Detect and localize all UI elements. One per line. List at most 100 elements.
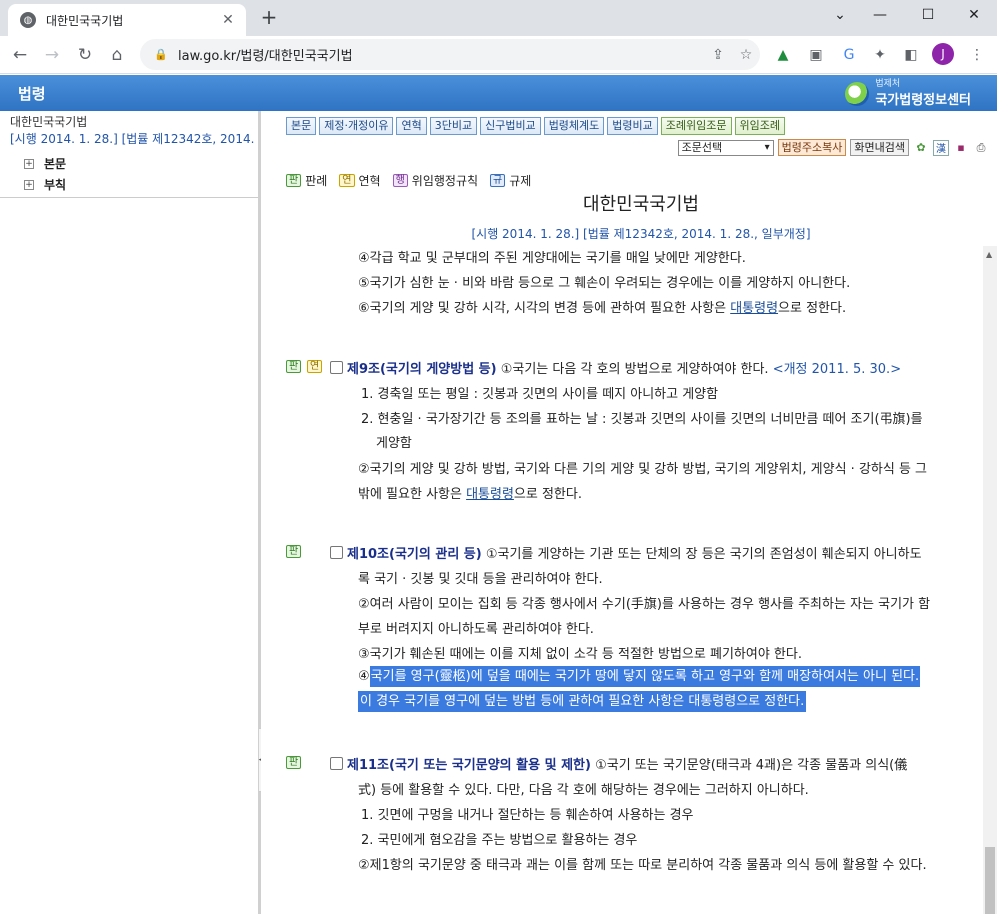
scroll-thumb[interactable]: [985, 847, 995, 914]
hanja-icon[interactable]: 漢: [933, 139, 949, 156]
paragraph: ②여러 사람이 모이는 집회 등 각종 행사에서 수기(手旗)를 사용하는 경우…: [358, 597, 931, 612]
btn-compare[interactable]: 법령비교: [607, 117, 658, 135]
scroll-up-icon[interactable]: ▲: [986, 250, 992, 259]
precedent-badge-icon: 판: [286, 174, 302, 187]
legend-label: 규제: [509, 174, 532, 188]
expand-icon[interactable]: +: [24, 179, 34, 190]
item: 게양함: [376, 436, 412, 451]
content-area: 본문 제정·개정이유 연혁 3단비교 신구법비교 법령체계도 법령비교 조례위임…: [261, 111, 997, 914]
precedent-badge-icon[interactable]: 판: [286, 756, 302, 769]
btn-oldnew[interactable]: 신구법비교: [480, 117, 541, 135]
browser-toolbar: ← → ↻ ⌂ 🔒 law.go.kr/법령/대한민국국기법 ⇪ ☆ ▲ ▣ G…: [0, 36, 997, 74]
article-select[interactable]: 조문선택: [677, 139, 774, 156]
reload-icon[interactable]: ↻: [73, 43, 97, 67]
forward-icon[interactable]: →: [40, 43, 64, 67]
section-title[interactable]: 법령: [18, 83, 46, 104]
browser-tabstrip: ◍ 대한민국국기법 ✕ + ⌄ — ☐ ✕: [0, 0, 997, 36]
new-tab-button[interactable]: +: [258, 5, 280, 29]
brand-big: 국가법령정보센터: [875, 93, 971, 108]
decree-link[interactable]: 대통령령: [730, 301, 778, 316]
document-title: 대한민국국기법: [583, 194, 699, 215]
article-checkbox[interactable]: [330, 361, 343, 374]
side-panel-icon[interactable]: ◧: [900, 44, 922, 66]
profile-avatar[interactable]: J: [932, 43, 954, 65]
law-name[interactable]: 대한민국국기법: [10, 113, 87, 130]
kebab-menu-icon[interactable]: ⋮: [966, 44, 988, 66]
expand-icon[interactable]: +: [24, 158, 34, 169]
home-icon[interactable]: ⌂: [105, 43, 129, 67]
vertical-scrollbar[interactable]: ▲: [983, 246, 997, 914]
btn-reason[interactable]: 제정·개정이유: [319, 117, 394, 135]
selected-text[interactable]: 국기를 영구(靈柩)에 덮을 때에는 국기가 땅에 닿지 않도록 하고 영구와 …: [369, 666, 921, 687]
tree-label: 부칙: [44, 178, 67, 192]
translate-extension-icon[interactable]: G: [838, 44, 860, 66]
article-11: 제11조(국기 또는 국기문양의 활용 및 제한) ①국기 또는 국기문양(태극…: [347, 758, 908, 773]
paragraph: 이 경우 국기를 영구에 덮는 방법 등에 관하여 필요한 사항은 대통령령으로…: [358, 690, 807, 714]
puzzle-extensions-icon[interactable]: ✦: [869, 44, 891, 66]
article-10: 제10조(국기의 관리 등) ①국기를 게양하는 기관 또는 단체의 장 등은 …: [347, 547, 922, 562]
btn-main[interactable]: 본문: [286, 117, 317, 135]
history-badge-icon[interactable]: 연: [307, 360, 323, 373]
logo-icon: [845, 81, 870, 106]
share-icon[interactable]: ⇪: [704, 47, 732, 63]
url-text[interactable]: law.go.kr/법령/대한민국국기법: [178, 45, 704, 64]
bookmark-star-icon[interactable]: ☆: [732, 47, 760, 63]
btn-ordinance-article[interactable]: 조례위임조문: [660, 117, 732, 135]
divider: [0, 197, 258, 198]
btn-3way[interactable]: 3단비교: [429, 117, 478, 135]
article-heading[interactable]: 제10조(국기의 관리 등): [347, 547, 482, 562]
save-icon[interactable]: ▪: [953, 140, 969, 156]
favorite-icon[interactable]: ✿: [913, 140, 929, 156]
back-icon[interactable]: ←: [8, 43, 32, 67]
close-tab-icon[interactable]: ✕: [218, 10, 238, 30]
paragraph: ③국기가 훼손된 때에는 이를 지체 없이 소각 등 적절한 방법으로 폐기하여…: [358, 647, 802, 662]
legend-label: 연혁: [358, 174, 381, 188]
paragraph: 부로 버려지지 아니하도록 관리하여야 한다.: [358, 622, 594, 637]
legend: 판 판례 연 연혁 행 위임행정규칙 규 규제: [286, 172, 539, 189]
article-9: 제9조(국기의 게양방법 등) ①국기는 다음 각 호의 방법으로 게양하여야 …: [347, 362, 902, 377]
precedent-badge-icon[interactable]: 판: [286, 360, 302, 373]
btn-system[interactable]: 법령체계도: [543, 117, 605, 135]
btn-ordinance[interactable]: 위임조례: [734, 117, 785, 135]
drive-extension-icon[interactable]: ▲: [772, 44, 794, 66]
maximize-button[interactable]: ☐: [905, 0, 951, 30]
browser-tab[interactable]: ◍ 대한민국국기법 ✕: [8, 4, 246, 36]
brand-small: 법제처: [875, 79, 901, 89]
paragraph: 밖에 필요한 사항은 대통령령으로 정한다.: [358, 487, 582, 502]
close-window-button[interactable]: ✕: [951, 0, 997, 30]
paragraph: ②국기의 게양 및 강하 방법, 국기와 다른 기의 게양 및 강하 방법, 국…: [358, 462, 928, 477]
article-heading[interactable]: 제9조(국기의 게양방법 등): [347, 362, 497, 377]
paragraph: ⑥국기의 게양 및 강하 시각, 시각의 변경 등에 관하여 필요한 사항은 대…: [358, 301, 847, 316]
extension-icon[interactable]: ▣: [805, 44, 827, 66]
precedent-badge-icon[interactable]: 판: [286, 545, 302, 558]
law-text-scroll[interactable]: ④각급 학교 및 군부대의 주된 게양대에는 국기를 매일 낮에만 게양한다. …: [261, 246, 997, 914]
paragraph: 록 국기 · 깃봉 및 깃대 등을 관리하여야 한다.: [358, 572, 603, 587]
globe-icon: ◍: [20, 12, 36, 28]
item: 2. 국민에게 혐오감을 주는 방법으로 활용하는 경우: [361, 833, 638, 848]
paragraph: ⑤국기가 심한 눈 · 비와 바람 등으로 그 훼손이 우려되는 경우에는 이를…: [358, 276, 851, 291]
legend-label: 위임행정규칙: [411, 174, 479, 188]
item: 2. 현충일 · 국가장기간 등 조의를 표하는 날 : 깃봉과 깃면의 사이를…: [361, 412, 923, 427]
left-panel: 대한민국국기법 [시행 2014. 1. 28.] [법률 제12342호, 2…: [0, 111, 258, 914]
copy-address-button[interactable]: 법령주소복사: [777, 139, 847, 156]
decree-link[interactable]: 대통령령: [466, 487, 514, 502]
minimize-button[interactable]: —: [857, 0, 903, 30]
article-checkbox[interactable]: [330, 546, 343, 559]
selected-text[interactable]: 이 경우 국기를 영구에 덮는 방법 등에 관하여 필요한 사항은 대통령령으로…: [358, 691, 807, 712]
article-checkbox[interactable]: [330, 757, 343, 770]
in-page-search-button[interactable]: 화면내검색: [850, 139, 909, 156]
tree-item-main[interactable]: + 본문: [24, 155, 66, 172]
address-bar[interactable]: 🔒 law.go.kr/법령/대한민국국기법 ⇪ ☆: [140, 39, 760, 70]
paragraph: ②제1항의 국기문양 중 태극과 괘는 이를 함께 또는 따로 분리하여 각종 …: [358, 858, 927, 873]
function-buttons: 본문 제정·개정이유 연혁 3단비교 신구법비교 법령체계도 법령비교 조례위임…: [286, 117, 785, 135]
paragraph: 式) 등에 활용할 수 있다. 다만, 다음 각 호에 해당하는 경우에는 그러…: [358, 783, 809, 798]
site-logo[interactable]: 법제처 국가법령정보센터: [845, 79, 971, 108]
paragraph: ④국기를 영구(靈柩)에 덮을 때에는 국기가 땅에 닿지 않도록 하고 영구와…: [358, 665, 921, 689]
tree-item-addenda[interactable]: + 부칙: [24, 176, 66, 193]
legend-label: 판례: [305, 174, 328, 188]
amendment-link[interactable]: <개정 2011. 5. 30.>: [773, 362, 901, 377]
lock-icon[interactable]: 🔒: [154, 48, 168, 61]
article-heading[interactable]: 제11조(국기 또는 국기문양의 활용 및 제한): [347, 758, 591, 773]
print-icon[interactable]: ⎙: [973, 140, 989, 156]
btn-history[interactable]: 연혁: [396, 117, 427, 135]
